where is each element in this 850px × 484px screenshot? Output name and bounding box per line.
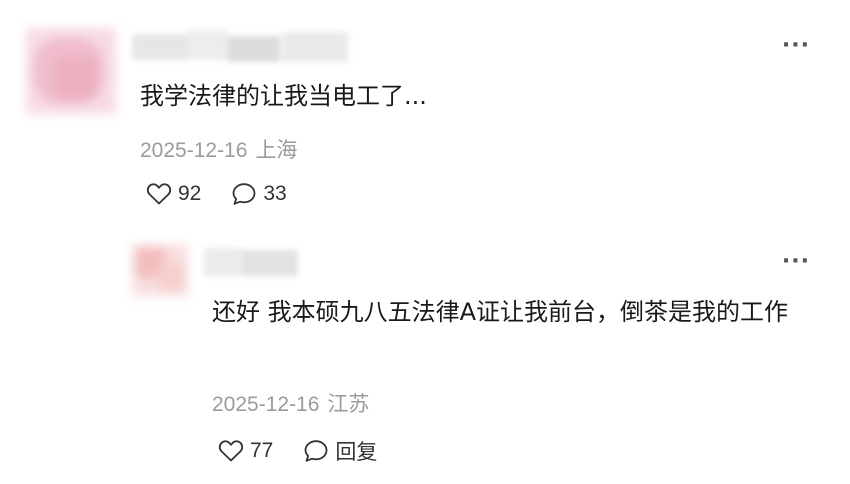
- avatar[interactable]: [132, 244, 188, 296]
- like-count: 77: [250, 439, 274, 462]
- heart-outline-icon: [218, 440, 244, 462]
- comment-date: 2025-12-16: [212, 393, 320, 416]
- comment-meta: 2025-12-16 江苏: [212, 388, 377, 418]
- reply-button[interactable]: 回复: [303, 436, 377, 466]
- comment-actions: 77 回复: [218, 436, 377, 466]
- comment-location: 江苏: [327, 393, 370, 416]
- speech-bubble-icon: [304, 440, 328, 462]
- reply-item: ··· 还好 我本硕九八五法律A证让我前台，倒茶是我的工作 2025-12-16…: [0, 0, 850, 484]
- reply-label: 回复: [335, 441, 378, 464]
- username-redacted[interactable]: [204, 246, 300, 278]
- more-dots-icon[interactable]: ···: [782, 251, 810, 273]
- comment-text: 还好 我本硕九八五法律A证让我前台，倒茶是我的工作: [212, 298, 789, 326]
- like-button[interactable]: 77: [218, 439, 273, 463]
